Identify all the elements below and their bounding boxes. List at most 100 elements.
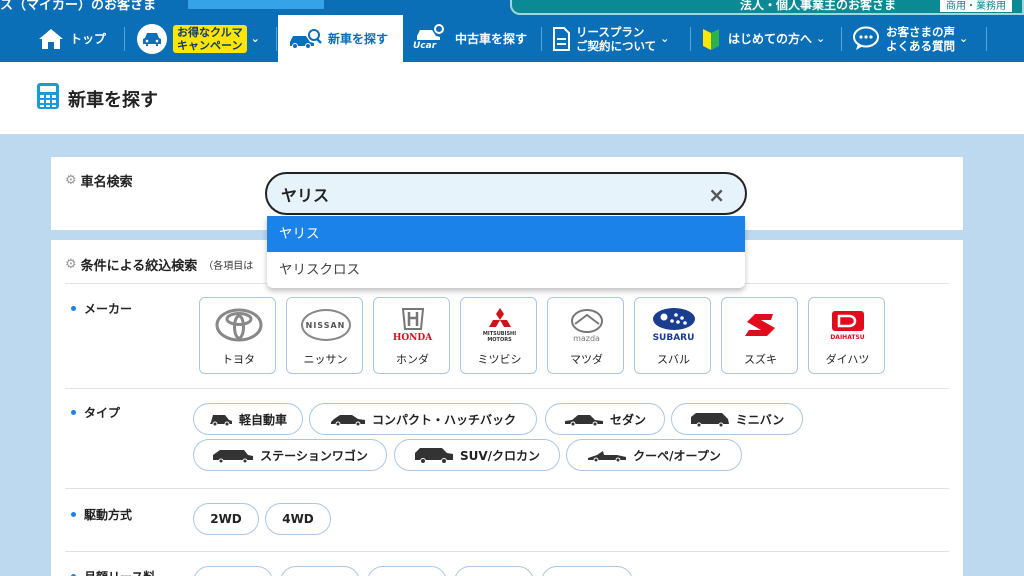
nav-separator [986,27,987,51]
maker-mazda[interactable]: mazda マツダ [547,297,624,374]
maker-toyota[interactable]: トヨタ [199,297,276,374]
maker-suzuki[interactable]: スズキ [721,297,798,374]
car-search-icon [290,28,322,49]
suzuki-logo-icon [722,304,799,346]
type-label-text: セダン [609,412,646,427]
type-kei-car[interactable]: 軽自動車 [193,403,303,435]
nav-separator [541,27,542,51]
nav-separator [841,27,842,51]
divider [65,551,949,552]
drive-4wd[interactable]: 4WD [265,503,331,535]
nissan-logo-icon: NISSAN [287,304,364,346]
type-label-text: ミニバン [735,412,785,427]
minivan-icon [690,413,729,427]
maker-name: ニッサン [303,353,348,366]
maker-name: ミツビシ [477,353,522,366]
page-title-bar: 新車を探す [0,62,1024,134]
type-label-text: コンパクト・ハッチバック [371,412,516,427]
beginner-mark-icon [703,28,719,50]
nav-separator [276,27,277,51]
nav-lease-plan[interactable]: リースプラン ご契約について ⌄ [552,15,669,62]
maker-name: ホンダ [396,353,429,366]
maker-label-text: メーカー [84,302,133,316]
type-label-text: クーペ/オープン [633,448,721,463]
suv-icon [414,448,453,464]
maker-nissan[interactable]: NISSAN ニッサン [286,297,363,374]
maker-mitsubishi[interactable]: MITSUBISHI MOTORS ミツビシ [460,297,537,374]
filter-card: ⚙ 条件による絞込検索 （各項目は メーカー トヨタ NISSAN ニッサン H… [51,240,963,576]
monthly-fee-label-text: 月額リース料 [84,568,155,576]
maker-honda[interactable]: HONDA ホンダ [373,297,450,374]
compact-car-icon [330,415,365,426]
campaign-line2: キャンペーン [177,38,243,52]
lease-line2: ご契約について [576,38,657,53]
type-coupe-open[interactable]: クーペ/オープン [566,439,742,471]
lease-line1: リースプラン [576,24,645,39]
nav-first-time-label: はじめての方へ [728,32,813,46]
kei-car-icon [209,415,232,426]
chevron-down-icon: ⌄ [816,32,826,45]
nav-first-time[interactable]: はじめての方へ ⌄ [702,15,825,62]
type-label-text: タイプ [84,406,121,420]
voice-line2: よくある質問 [886,38,955,53]
type-station-wagon[interactable]: ステーションワゴン [193,439,387,471]
filter-label: ⚙ 条件による絞込検索 （各項目は [65,255,253,274]
name-search-label: ⚙ 車名検索 [65,171,133,190]
nav-campaign[interactable]: お得なクルマ キャンペーン ⌄ [137,15,260,62]
toyota-logo-icon [200,304,277,346]
car-name-search-input[interactable] [281,182,681,206]
corporate-tab[interactable]: 法人・個人事業主のお客さま 商用・業務用 [510,0,1024,15]
nav-top[interactable]: トップ [38,15,106,62]
nav-top-label: トップ [70,32,107,46]
type-sedan[interactable]: セダン [545,403,665,435]
mazda-logo-text: mazda [573,333,600,343]
nav-customer-voice[interactable]: お客さまの声 よくある質問 ⌄ [852,15,968,62]
drive-label-text: 駆動方式 [84,508,133,522]
suggestion-item[interactable]: ヤリスクロス [267,252,745,288]
nav-new-car[interactable]: 新車を探す [278,15,403,62]
fee-option[interactable] [193,566,273,576]
daihatsu-logo-text: DAIHATSU [830,333,865,341]
maker-subaru[interactable]: SUBARU スバル [634,297,711,374]
car-name-search-box: × [265,172,747,215]
car-front-icon [137,23,167,54]
bullet-icon [71,306,76,311]
nav-separator [124,27,125,51]
page-title: 新車を探す [68,90,158,111]
top-strip: ス（マイカー）のお客さま 法人・個人事業主のお客さま 商用・業務用 [0,0,1024,15]
personal-customer-link[interactable]: ス（マイカー）のお客さま [0,0,156,13]
personal-tab-highlight [188,0,324,9]
campaign-line1: お得なクルマ [177,25,243,39]
drive-label-text: 2WD [210,512,242,526]
type-label-text: SUV/クロカン [459,448,541,463]
drive-label-text: 4WD [282,512,314,526]
type-suv[interactable]: SUV/クロカン [394,439,560,471]
fee-option[interactable] [280,566,360,576]
maker-daihatsu[interactable]: DAIHATSU ダイハツ [808,297,885,374]
nav-used-car[interactable]: Ucar 中古車を探す [413,15,527,62]
maker-name: ダイハツ [825,353,870,366]
sedan-icon [564,415,603,426]
nav-new-car-label: 新車を探す [328,32,389,46]
drive-2wd[interactable]: 2WD [193,503,259,535]
fee-option[interactable] [541,566,633,576]
subaru-logo-icon: SUBARU [635,304,712,346]
filter-label-text: 条件による絞込検索 [80,259,198,274]
mitsubishi-logo-icon: MITSUBISHI MOTORS [461,304,538,346]
name-search-label-text: 車名検索 [80,175,133,190]
maker-name: スズキ [744,353,777,366]
fee-option[interactable] [454,566,534,576]
voice-line1: お客さまの声 [886,24,955,39]
convertible-icon [588,451,627,462]
type-minivan[interactable]: ミニバン [671,403,803,435]
gear-icon: ⚙ [65,173,77,188]
suggestion-item[interactable]: ヤリス [267,216,745,252]
nissan-logo-text: NISSAN [304,320,347,330]
type-label: タイプ [71,404,120,421]
clear-icon[interactable]: × [708,183,725,207]
fee-option[interactable] [367,566,447,576]
daihatsu-logo-icon: DAIHATSU [809,304,886,346]
divider [65,488,949,489]
maker-name: スバル [657,353,690,366]
type-compact[interactable]: コンパクト・ハッチバック [309,403,537,435]
